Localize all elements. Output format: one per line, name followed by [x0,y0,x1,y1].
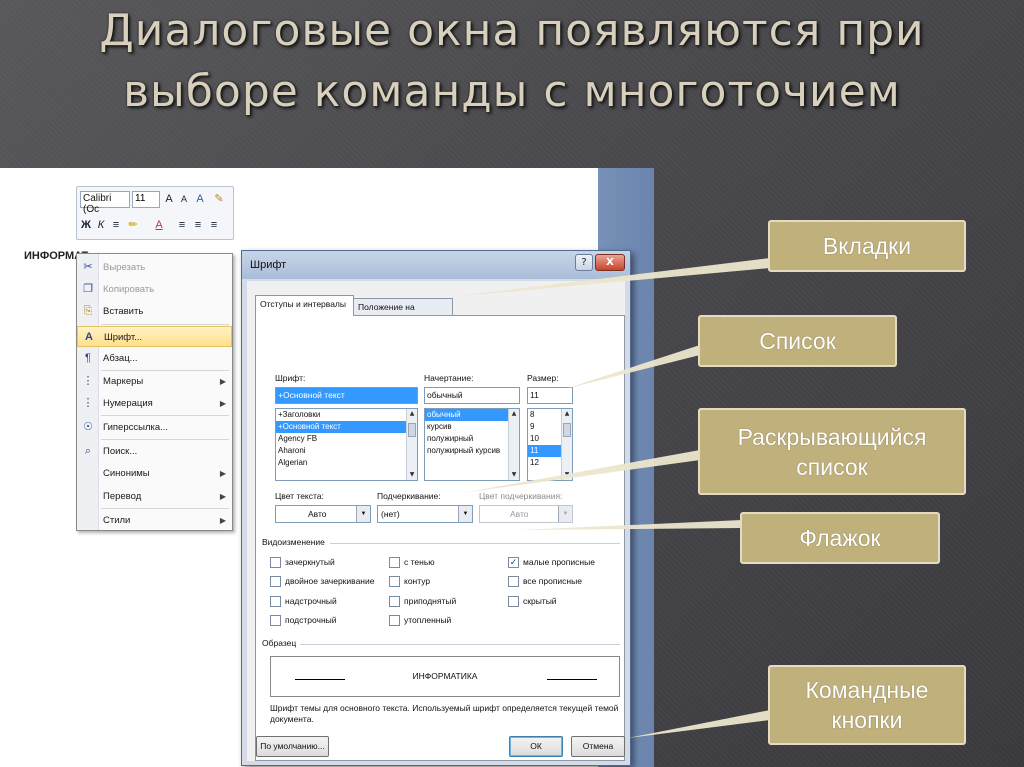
pointer-dropdown [462,450,700,493]
callout-tabs: Вкладки [768,220,966,272]
callout-list: Список [698,315,897,367]
callout-buttons: Командные кнопки [768,665,966,745]
pointer-checkbox [520,520,742,530]
pointer-tabs [450,258,770,297]
callout-pointers [450,258,770,738]
callout-checkbox: Флажок [740,512,940,564]
pointer-buttons [628,710,770,738]
pointer-list [565,345,700,389]
tab-indents[interactable]: Отступы и интервалы [255,295,354,316]
callout-dropdown: Раскрывающийся список [698,408,966,495]
